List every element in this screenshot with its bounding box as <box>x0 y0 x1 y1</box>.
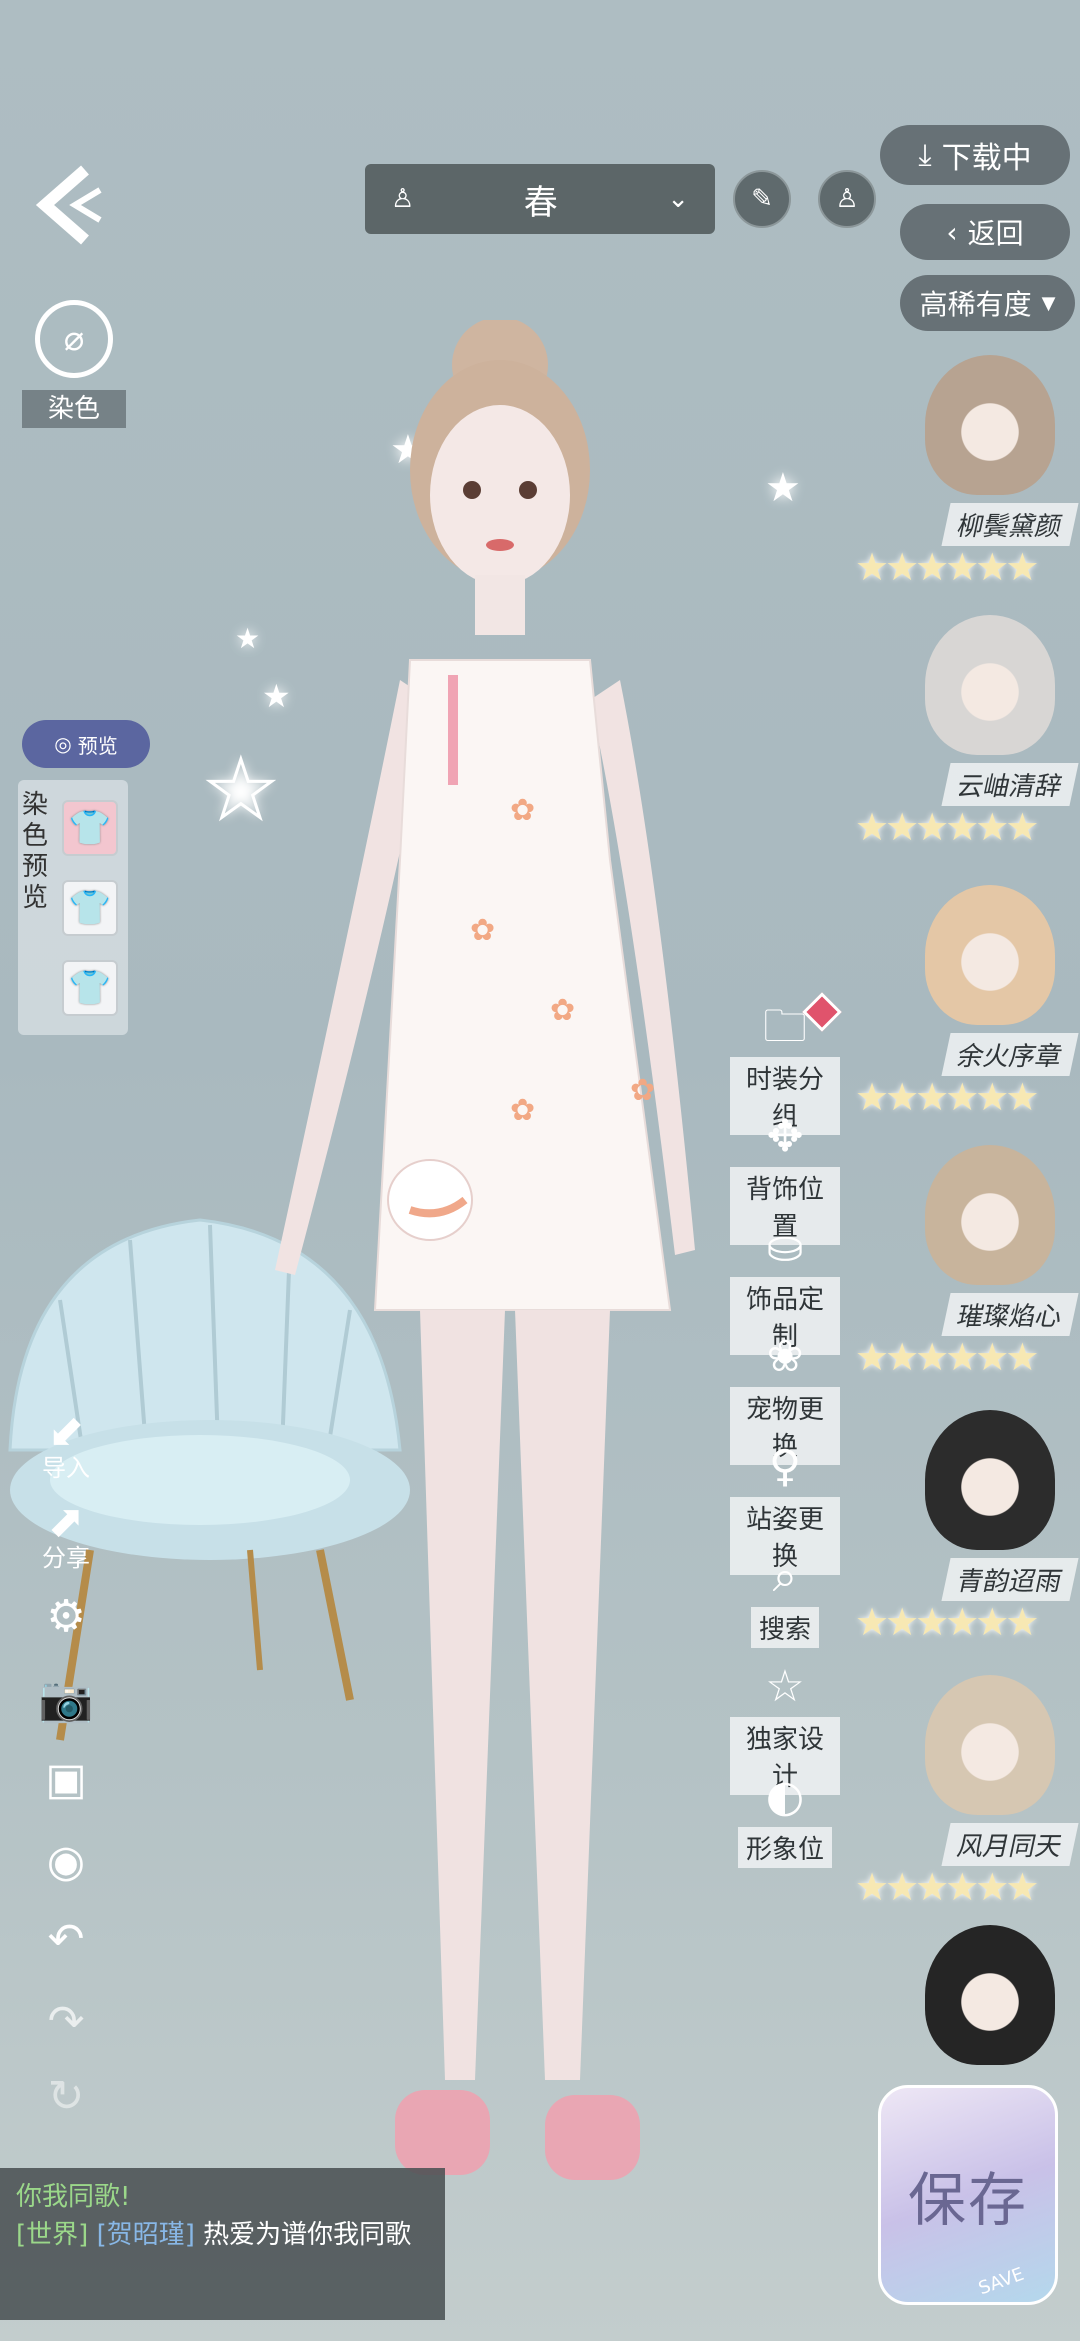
outfit-dropdown[interactable]: ♙ 春 ⌄ <box>365 164 715 234</box>
portrait-icon: ◐ <box>765 1771 805 1822</box>
rarity-stars: ★★★★★★ <box>855 1600 1039 1644</box>
chevron-down-icon: ⌄ <box>667 184 689 214</box>
preview-label: 预览 <box>77 733 118 758</box>
shirt-icon[interactable]: 👕 <box>62 800 118 856</box>
hair-thumbnail <box>925 1675 1055 1815</box>
rarity-stars: ★★★★★★ <box>855 1075 1039 1119</box>
chat-user[interactable]: [贺昭瑾] <box>97 2220 195 2250</box>
hair-thumbnail <box>925 1925 1055 2065</box>
menu-label: 搜索 <box>750 1607 819 1648</box>
paw-icon: ❀ <box>766 1331 804 1382</box>
star-icon: ☆ <box>765 1661 805 1712</box>
hair-thumbnail <box>925 885 1055 1025</box>
hair-name: 风月同天 <box>941 1823 1079 1866</box>
save-label: 保存 <box>907 2166 1028 2234</box>
caret-down-icon: ▼ <box>1041 292 1056 314</box>
menu-search[interactable]: ⌕ 搜索 <box>730 1555 840 1648</box>
hair-option[interactable]: 云岫清辞 ★★★★★★ <box>855 615 1080 875</box>
save-button[interactable]: 保存 SAVE <box>878 2085 1058 2305</box>
hair-option[interactable]: 璀璨焰心 ★★★★★★ <box>855 1145 1080 1405</box>
return-label: 返回 <box>967 217 1024 250</box>
brush-icon[interactable]: ✎ <box>733 170 791 228</box>
preview-button[interactable]: ◎ 预览 <box>22 720 150 768</box>
download-icon: ⤓ <box>918 137 932 173</box>
hair-option[interactable]: 柳鬓黛颜 ★★★★★★ <box>855 355 1080 615</box>
import-label: 导入 <box>42 1454 90 1482</box>
dye-preview-label: 染色预览 <box>22 790 49 913</box>
import-button[interactable]: ⬋ 导入 <box>36 1410 96 1482</box>
rarity-filter[interactable]: 高稀有度 ▼ <box>900 275 1075 331</box>
shirt-icon[interactable]: 👕 <box>62 960 118 1016</box>
rarity-label: 高稀有度 <box>919 288 1032 321</box>
sparkle-icon: ★ <box>765 465 801 511</box>
rarity-stars: ★★★★★★ <box>855 805 1039 849</box>
hair-option[interactable]: 青韵迢雨 ★★★★★★ <box>855 1410 1080 1670</box>
chevron-left-icon: ‹ <box>946 215 958 249</box>
hair-thumbnail <box>925 1145 1055 1285</box>
search-icon: ⌕ <box>772 1551 798 1602</box>
hair-name: 青韵迢雨 <box>941 1558 1079 1601</box>
hair-option[interactable] <box>855 1925 1080 2075</box>
return-button[interactable]: ‹ 返回 <box>900 204 1070 260</box>
dye-label: 染色 <box>22 390 126 428</box>
dye-brush-icon[interactable]: ⌀ <box>35 300 113 378</box>
hair-option[interactable]: 余火序章 ★★★★★★ <box>855 885 1080 1145</box>
back-icon[interactable] <box>30 160 110 250</box>
hair-option[interactable]: 风月同天 ★★★★★★ <box>855 1675 1080 1935</box>
download-label: 下载中 <box>941 141 1032 176</box>
redo-icon[interactable]: ↷ <box>36 2000 96 2044</box>
chat-text: 热爱为谱你我同歌 <box>203 2220 412 2250</box>
hair-name: 柳鬓黛颜 <box>941 503 1079 546</box>
dress-icon: ♙ <box>391 184 415 214</box>
rarity-stars: ★★★★★★ <box>855 545 1039 589</box>
camera-icon[interactable]: 📷 <box>36 1678 96 1722</box>
hair-thumbnail <box>925 355 1055 495</box>
season-label: 春 <box>523 182 558 223</box>
refresh-icon[interactable]: ↻ <box>36 2075 96 2119</box>
menu-image-slot[interactable]: ◐ 形象位 <box>730 1775 840 1868</box>
rarity-stars: ★★★★★★ <box>855 1335 1039 1379</box>
save-sublabel: SAVE <box>976 2263 1028 2300</box>
preview-icon: ◎ <box>54 732 72 756</box>
download-button[interactable]: ⤓ 下载中 <box>880 125 1070 185</box>
svg-text:✿: ✿ <box>630 1073 655 1108</box>
chat-channel: [世界] <box>16 2220 89 2250</box>
hair-thumbnail <box>925 1410 1055 1550</box>
hair-name: 云岫清辞 <box>941 763 1079 806</box>
shirt-icon[interactable]: 👕 <box>62 880 118 936</box>
image-icon[interactable]: ▣ <box>36 1758 96 1802</box>
share-button[interactable]: ⬈ 分享 <box>36 1500 96 1572</box>
dress-icon[interactable]: ♙ <box>818 170 876 228</box>
svg-text:✿: ✿ <box>510 793 535 828</box>
figure-icon: ♀ <box>768 1441 802 1492</box>
svg-text:✿: ✿ <box>470 913 495 948</box>
chat-message: [世界] [贺昭瑾] 热爱为谱你我同歌 <box>16 2216 429 2254</box>
svg-text:✿: ✿ <box>510 1093 535 1128</box>
hair-name: 余火序章 <box>941 1033 1079 1076</box>
share-icon: ⬈ <box>47 1496 85 1547</box>
hair-thumbnail <box>925 615 1055 755</box>
hair-name: 璀璨焰心 <box>941 1293 1079 1336</box>
wings-icon: ✥ <box>766 1111 804 1162</box>
chat-line: 你我同歌! <box>16 2182 131 2212</box>
rarity-stars: ★★★★★★ <box>855 1865 1039 1909</box>
import-icon: ⬋ <box>47 1406 85 1457</box>
eye-icon[interactable]: ◉ <box>36 1840 96 1884</box>
bag-icon: ⛀ <box>766 1221 804 1272</box>
chat-box[interactable]: 你我同歌! [世界] [贺昭瑾] 热爱为谱你我同歌 <box>0 2168 445 2320</box>
share-label: 分享 <box>42 1544 90 1572</box>
menu-label: 形象位 <box>737 1827 832 1868</box>
svg-text:✿: ✿ <box>550 993 575 1028</box>
undo-icon[interactable]: ↶ <box>36 1918 96 1962</box>
character-model[interactable]: ✿ ✿ ✿ ✿ ✿ <box>250 317 730 2190</box>
settings-icon[interactable]: ⚙ <box>36 1595 96 1639</box>
